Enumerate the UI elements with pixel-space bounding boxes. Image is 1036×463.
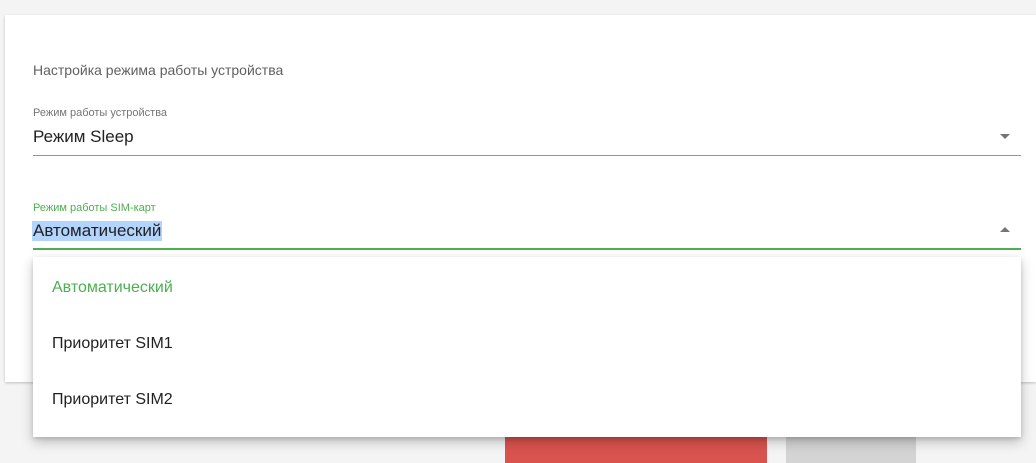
chevron-down-icon[interactable]: [1000, 134, 1010, 139]
device-mode-underline: [33, 155, 1021, 156]
option-priority-sim2[interactable]: Приоритет SIM2: [33, 373, 1021, 427]
section-title: Настройка режима работы устройства: [33, 62, 284, 78]
option-label: Приоритет SIM2: [52, 391, 173, 408]
option-priority-sim1[interactable]: Приоритет SIM1: [33, 317, 1021, 371]
option-automatic[interactable]: Автоматический: [33, 261, 1021, 315]
device-mode-value: Режим Sleep: [33, 127, 134, 146]
option-label: Приоритет SIM1: [52, 335, 173, 352]
sim-mode-label: Режим работы SIM-карт: [33, 202, 156, 214]
sim-mode-dropdown-menu: Автоматический Приоритет SIM1 Приоритет …: [33, 257, 1021, 437]
option-label: Автоматический: [52, 279, 173, 296]
chevron-up-icon[interactable]: [1000, 227, 1010, 232]
sim-mode-underline: [33, 248, 1021, 250]
secondary-action-button[interactable]: [786, 434, 916, 463]
sim-mode-value: Автоматический: [32, 221, 163, 241]
device-mode-label: Режим работы устройства: [33, 107, 168, 119]
device-mode-select[interactable]: [33, 105, 1021, 151]
primary-action-button[interactable]: [505, 434, 767, 463]
sim-mode-select[interactable]: [33, 201, 1021, 247]
